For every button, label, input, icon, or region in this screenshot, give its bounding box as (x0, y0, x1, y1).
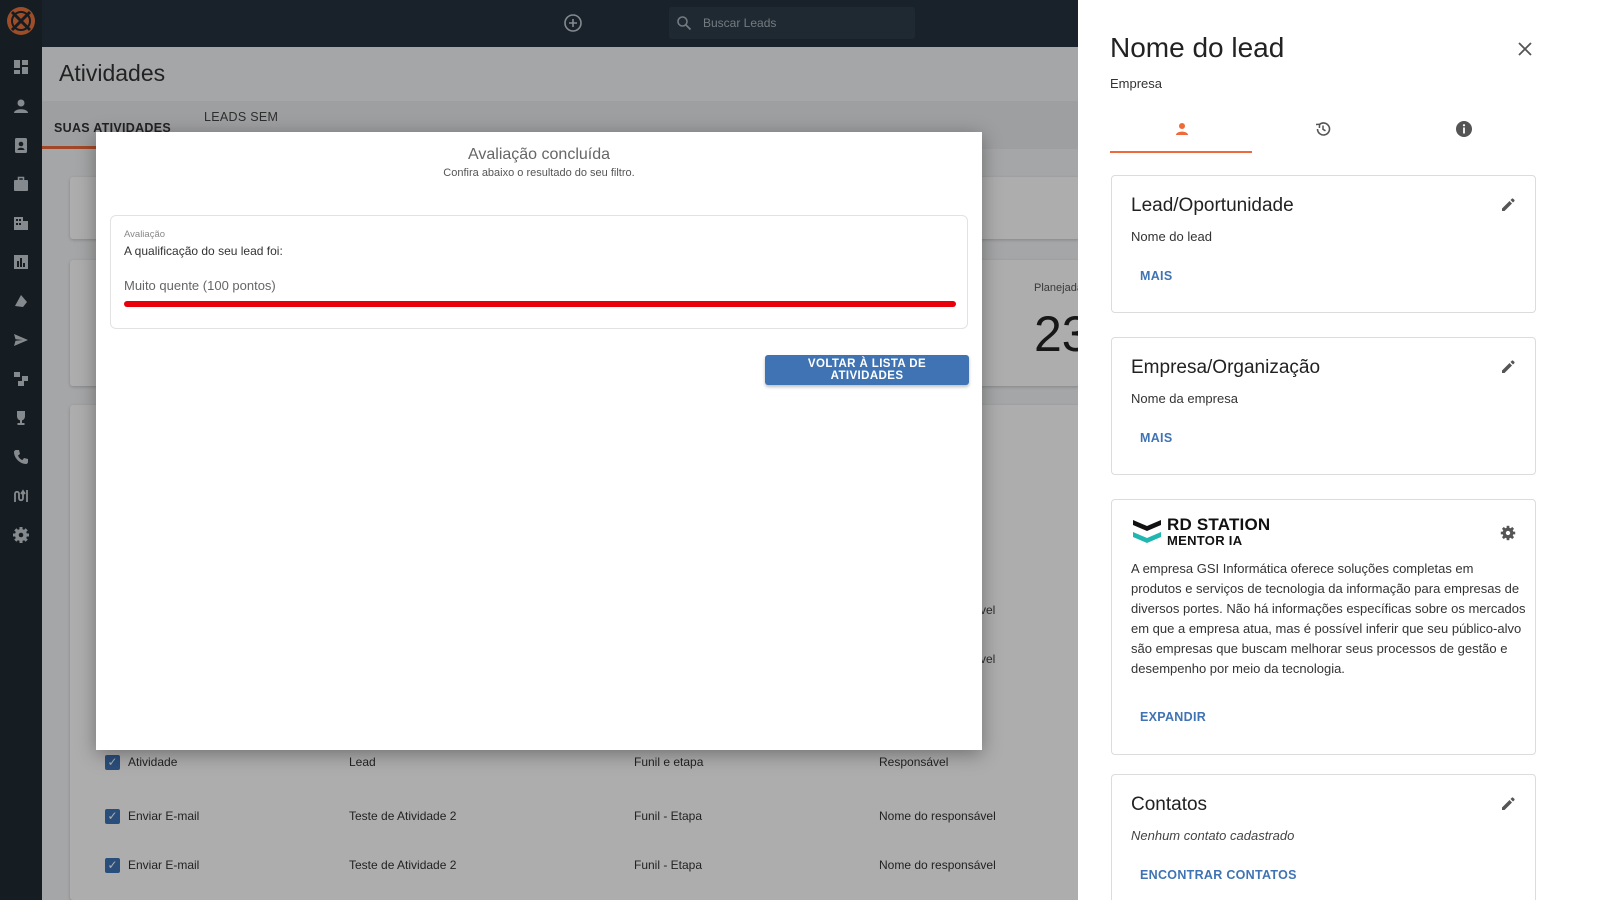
mentor-brand-line1: RD STATION (1167, 515, 1271, 534)
evaluation-label: Avaliação (124, 229, 166, 240)
find-contacts-link[interactable]: ENCONTRAR CONTATOS (1140, 868, 1297, 882)
history-icon[interactable] (1314, 120, 1332, 138)
company-description: A empresa GSI Informática oferece soluçõ… (1131, 561, 1526, 676)
lead-opportunity-card: Lead/Oportunidade Nome do lead MAIS (1111, 175, 1536, 313)
pencil-icon[interactable] (1499, 795, 1517, 813)
pencil-icon[interactable] (1499, 196, 1517, 214)
company-value: Nome da empresa (1131, 391, 1238, 406)
progress-fill (124, 301, 956, 307)
card-title: Empresa/Organização (1131, 357, 1321, 378)
evaluation-question: A qualificação do seu lead foi: (124, 244, 283, 258)
lead-side-panel: Nome do lead Empresa Lead/Oportunidade N… (1078, 0, 1600, 900)
more-link[interactable]: MAIS (1140, 269, 1172, 283)
card-title: Contatos (1131, 794, 1208, 815)
active-tab-indicator (1110, 151, 1252, 153)
no-contacts-text: Nenhum contato cadastrado (1131, 828, 1295, 843)
back-to-activities-button[interactable]: VOLTAR À LISTA DE ATIVIDADES (765, 355, 969, 385)
dialog-title: Avaliação concluída (467, 146, 611, 163)
evaluation-result: Muito quente (100 pontos) (124, 278, 276, 293)
expand-link[interactable]: EXPANDIR (1140, 710, 1206, 724)
evaluation-result-box: Avaliação A qualificação do seu lead foi… (110, 215, 968, 329)
more-link[interactable]: MAIS (1140, 431, 1172, 445)
rd-station-logo-icon (1133, 520, 1161, 543)
company-card: Empresa/Organização Nome da empresa MAIS (1111, 337, 1536, 475)
qualification-progress-bar (124, 301, 956, 307)
person-icon[interactable] (1173, 120, 1191, 138)
gear-icon[interactable] (1499, 524, 1517, 542)
lead-name-heading: Nome do lead (1110, 32, 1285, 63)
evaluation-dialog: Avaliação concluída Confira abaixo o res… (96, 132, 982, 750)
contacts-card: Contatos Nenhum contato cadastrado ENCON… (1111, 774, 1536, 900)
lead-company: Empresa (1110, 76, 1163, 91)
close-icon[interactable] (1518, 42, 1532, 56)
lead-value: Nome do lead (1131, 229, 1212, 244)
info-icon[interactable] (1455, 120, 1473, 138)
mentor-ia-card: RD STATION MENTOR IA A empresa GSI Infor… (1111, 499, 1536, 755)
dialog-subtitle: Confira abaixo o resultado do seu filtro… (443, 167, 635, 179)
card-title: Lead/Oportunidade (1131, 195, 1294, 216)
mentor-brand-line2: MENTOR IA (1167, 533, 1243, 548)
pencil-icon[interactable] (1499, 358, 1517, 376)
